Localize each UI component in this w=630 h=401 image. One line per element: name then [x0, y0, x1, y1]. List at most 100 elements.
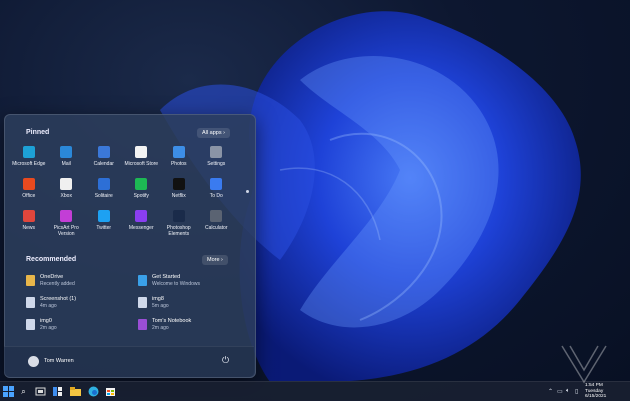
pinned-app-label: Calculator [204, 225, 228, 231]
recommended-item-subtitle: Welcome to Windows [152, 281, 200, 287]
pinned-app[interactable]: Microsoft Edge [10, 146, 48, 178]
verge-watermark-logo [561, 345, 607, 384]
pinned-app-label: News [22, 225, 35, 231]
pinned-app-label: Microsoft Edge [12, 161, 46, 167]
pinned-app-label: Twitter [96, 225, 112, 231]
pinned-app[interactable]: Twitter [85, 210, 123, 242]
pinned-app-label: Spotify [133, 193, 149, 199]
pinned-app[interactable]: News [10, 210, 48, 242]
mail-icon [60, 146, 73, 158]
recommended-item[interactable]: img8 5m ago [138, 296, 236, 318]
photoshop-icon [172, 210, 185, 222]
pinned-app[interactable]: Xbox [48, 178, 86, 210]
search-icon[interactable]: ⌕ [18, 386, 29, 397]
pinned-app-label: Photos [170, 161, 187, 167]
pinned-app[interactable]: Calculator [198, 210, 236, 242]
avatar[interactable] [28, 356, 39, 367]
pinned-app[interactable]: Spotify [123, 178, 161, 210]
pinned-heading: Pinned [26, 129, 50, 136]
calendar-icon [97, 146, 110, 158]
messenger-icon [135, 210, 148, 222]
office-icon [22, 178, 35, 190]
pinned-app-label: Calendar [93, 161, 114, 167]
news-icon [22, 210, 35, 222]
onenote-icon [138, 319, 147, 330]
pinned-app[interactable]: Photos [160, 146, 198, 178]
onedrive-icon [26, 275, 35, 286]
recommended-item-title: Screenshot (1) [40, 296, 77, 302]
pinned-app-label: Netflix [171, 193, 186, 199]
pinned-app-label: Microsoft Store [124, 161, 159, 167]
xbox-icon [60, 178, 73, 190]
recommended-item[interactable]: Screenshot (1) 4m ago [26, 296, 138, 318]
solitaire-icon [97, 178, 110, 190]
recommended-item-title: img0 [40, 318, 52, 324]
pinned-page-indicator[interactable] [246, 190, 249, 193]
pinned-app[interactable]: Netflix [160, 178, 198, 210]
recommended-item-subtitle: 5m ago [152, 303, 169, 309]
taskbar: ⌕ ⌃ ▭ 🔈︎ ▯ 1:54 PM Tuesday 6/15/2021 [0, 381, 630, 401]
pinned-app-label: Messenger [128, 225, 154, 231]
twitter-icon [97, 210, 110, 222]
photos-icon [172, 146, 185, 158]
pinned-app[interactable]: Mail [48, 146, 86, 178]
pinned-app-label: Solitaire [94, 193, 113, 199]
file-icon [26, 297, 35, 308]
recommended-heading: Recommended [26, 256, 77, 263]
user-name[interactable]: Tom Warren [44, 358, 74, 364]
recommended-item-title: Tom's Notebook [152, 318, 192, 324]
file-explorer-icon[interactable] [70, 386, 81, 397]
pinned-app-label: PicsArt Pro Version [53, 225, 79, 237]
pinned-app[interactable]: Microsoft Store [123, 146, 161, 178]
recommended-item-subtitle: Recently added [40, 281, 75, 287]
store-icon[interactable] [105, 386, 116, 397]
all-apps-button[interactable]: All apps › [197, 128, 230, 138]
pinned-app[interactable]: Photoshop Elements [160, 210, 198, 242]
pinned-app[interactable]: Office [10, 178, 48, 210]
chevron-up-icon[interactable]: ⌃ [548, 388, 553, 395]
calculator-icon [210, 210, 223, 222]
pinned-app-label: Settings [207, 161, 226, 167]
recommended-item[interactable]: Get Started Welcome to Windows [138, 274, 236, 296]
clock-date: 6/15/2021 [585, 394, 607, 400]
spotify-icon [135, 178, 148, 190]
recommended-item-subtitle: 2m ago [152, 325, 169, 331]
recommended-item-title: img8 [152, 296, 164, 302]
network-icon[interactable]: ▭ [557, 388, 563, 395]
netflix-icon [172, 178, 185, 190]
windows-start-icon[interactable] [3, 386, 14, 397]
settings-icon [210, 146, 223, 158]
recommended-list: OneDrive Recently added Get Started Welcome… [26, 274, 236, 340]
pinned-app[interactable]: To Do [198, 178, 236, 210]
task-view-icon[interactable] [35, 386, 46, 397]
widgets-icon[interactable] [52, 386, 63, 397]
pinned-app[interactable]: PicsArt Pro Version [48, 210, 86, 242]
picsart-icon [60, 210, 73, 222]
pinned-app[interactable]: Messenger [123, 210, 161, 242]
recommended-item[interactable]: img0 2m ago [26, 318, 138, 340]
recommended-item-subtitle: 2m ago [40, 325, 57, 331]
pinned-app[interactable]: Solitaire [85, 178, 123, 210]
store-icon [135, 146, 148, 158]
battery-icon[interactable]: ▯ [575, 388, 578, 395]
recommended-item-title: Get Started [152, 274, 181, 280]
pinned-app-label: To Do [209, 193, 223, 199]
recommended-item-subtitle: 4m ago [40, 303, 57, 309]
pinned-app-label: Office [22, 193, 36, 199]
edge-icon [22, 146, 35, 158]
file-icon [138, 297, 147, 308]
power-icon[interactable]: ⏻ [222, 355, 229, 366]
todo-icon [210, 178, 223, 190]
recommended-item[interactable]: Tom's Notebook 2m ago [138, 318, 236, 340]
pinned-app-label: Photoshop Elements [166, 225, 191, 237]
pinned-apps-grid: Microsoft Edge Mail Calendar Microsoft Stor… [10, 146, 246, 242]
more-button[interactable]: More › [202, 255, 228, 265]
get-started-icon [138, 275, 147, 286]
volume-icon[interactable]: 🔈︎ [566, 388, 570, 395]
pinned-app[interactable]: Settings [198, 146, 236, 178]
start-footer: Tom Warren ⏻ [4, 346, 254, 377]
pinned-app-label: Mail [61, 161, 71, 167]
edge-icon[interactable] [88, 386, 99, 397]
recommended-item[interactable]: OneDrive Recently added [26, 274, 138, 296]
pinned-app[interactable]: Calendar [85, 146, 123, 178]
